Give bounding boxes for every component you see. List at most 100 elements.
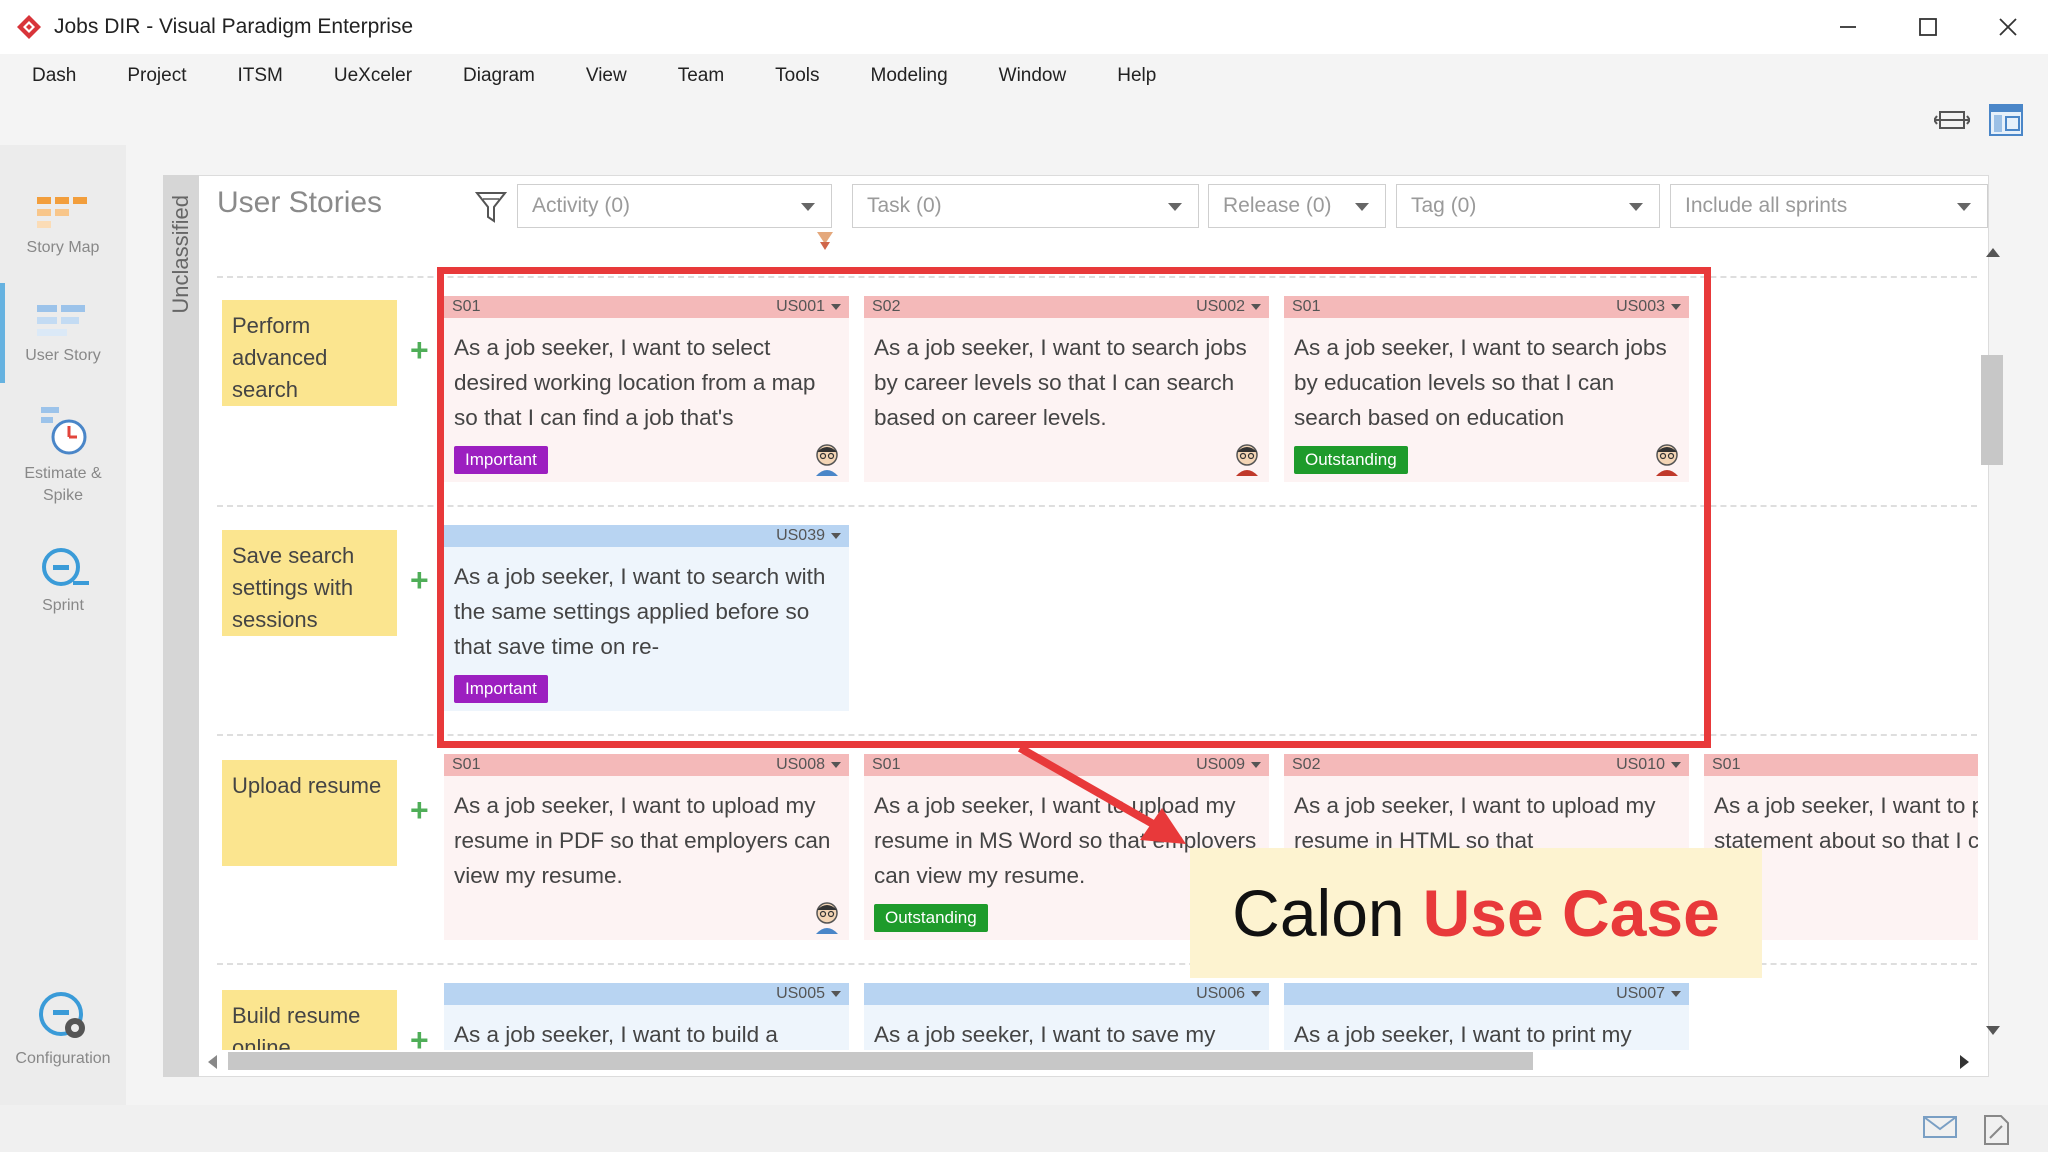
chevron-down-icon [1251, 762, 1261, 768]
chevron-down-icon [831, 762, 841, 768]
card-code-menu[interactable]: US008 [776, 756, 841, 774]
card-code: US008 [776, 756, 825, 773]
unclassified-label: Unclassified [168, 195, 193, 314]
fit-width-button[interactable] [1934, 102, 1970, 138]
card-sprint: S01 [872, 756, 901, 773]
menu-project[interactable]: Project [127, 65, 186, 87]
scroll-left-arrow-icon[interactable] [208, 1055, 217, 1069]
card-header: S01 US008 [444, 754, 849, 776]
menu-window[interactable]: Window [999, 65, 1067, 87]
chevron-down-icon [1671, 991, 1681, 997]
add-story-button[interactable]: + [410, 792, 429, 829]
card-code: US009 [1196, 756, 1245, 773]
menu-diagram[interactable]: Diagram [463, 65, 535, 87]
add-story-button[interactable]: + [410, 562, 429, 599]
chevron-down-icon [1629, 203, 1643, 211]
scroll-down-arrow-icon[interactable] [1986, 1026, 2000, 1035]
nav-estimate-line1: Estimate & [24, 465, 102, 482]
chevron-down-icon [1671, 762, 1681, 768]
card-code-menu[interactable]: US005 [776, 985, 841, 1003]
epic-build-resume-online[interactable]: Build resume online [222, 990, 397, 1050]
minimize-icon [1840, 26, 1856, 28]
card-sprint: S02 [1292, 756, 1321, 773]
card-header: S02 US010 [1284, 754, 1689, 776]
add-story-button[interactable]: + [410, 332, 429, 369]
menu-team[interactable]: Team [678, 65, 724, 87]
unclassified-column[interactable]: Unclassified [163, 175, 199, 1077]
card-code-menu[interactable]: US010 [1616, 756, 1681, 774]
release-filter-value: Release (0) [1223, 194, 1332, 217]
story-card-us006[interactable]: US006 As a job seeker, I want to save my [864, 983, 1269, 1050]
status-bar [0, 1105, 2048, 1152]
user-story-icon [37, 305, 85, 336]
card-code-menu[interactable]: US007 [1616, 985, 1681, 1003]
close-button[interactable] [1968, 0, 2048, 54]
visual-paradigm-logo-icon [17, 15, 41, 39]
card-code-menu[interactable]: US006 [1196, 985, 1261, 1003]
nav-configuration-label: Configuration [15, 1050, 111, 1067]
callout-prefix: Calon [1232, 876, 1405, 950]
menu-view[interactable]: View [586, 65, 627, 87]
panel-title: User Stories [217, 186, 383, 219]
story-card-us007[interactable]: US007 As a job seeker, I want to print m… [1284, 983, 1689, 1050]
chevron-down-icon [1251, 991, 1261, 997]
card-text: As a job seeker, I want to build a [454, 1022, 778, 1047]
card-sprint: S01 [1712, 756, 1741, 773]
task-filter-dropdown[interactable]: Task (0) [852, 184, 1199, 228]
close-icon [1999, 18, 2017, 36]
sprint-filter-dropdown[interactable]: Include all sprints [1670, 184, 1988, 228]
release-filter-dropdown[interactable]: Release (0) [1208, 184, 1386, 228]
scroll-right-arrow-icon[interactable] [1960, 1055, 1969, 1069]
title-bar: Jobs DIR - Visual Paradigm Enterprise [0, 0, 2048, 54]
menu-help[interactable]: Help [1117, 65, 1156, 87]
epic-upload-resume[interactable]: Upload resume [222, 760, 397, 866]
epic-save-search-settings[interactable]: Save search settings with sessions [222, 530, 397, 636]
card-text: As a job seeker, I want to upload my res… [454, 793, 831, 888]
nav-sprint[interactable]: Sprint [0, 545, 126, 617]
tag-outstanding: Outstanding [874, 904, 988, 932]
layout-panel-icon [1989, 104, 2023, 136]
mail-icon[interactable] [1923, 1114, 1957, 1140]
tag-filter-dropdown[interactable]: Tag (0) [1396, 184, 1660, 228]
edit-document-icon[interactable] [1982, 1114, 2012, 1146]
avatar [817, 232, 833, 250]
story-card-us008[interactable]: S01 US008 As a job seeker, I want to upl… [444, 754, 849, 940]
task-filter-value: Task (0) [867, 194, 942, 217]
activity-filter-dropdown[interactable]: Activity (0) [517, 184, 832, 228]
card-sprint: S01 [452, 756, 481, 773]
fit-width-icon [1934, 111, 1970, 129]
filter-icon[interactable] [475, 190, 507, 224]
window-title: Jobs DIR - Visual Paradigm Enterprise [54, 15, 414, 38]
activity-filter-value: Activity (0) [532, 194, 631, 217]
menu-bar: Dash Project ITSM UeXceler Diagram View … [0, 54, 2048, 98]
chevron-down-icon [831, 991, 841, 997]
nav-story-map[interactable]: Story Map [0, 195, 126, 259]
menu-dash[interactable]: Dash [32, 65, 76, 87]
nav-configuration[interactable]: Configuration [0, 990, 126, 1070]
maximize-icon [1919, 18, 1937, 36]
vertical-scroll-thumb[interactable] [1981, 355, 2003, 465]
scroll-up-arrow-icon[interactable] [1986, 248, 2000, 257]
epic-perform-advanced-search[interactable]: Perform advanced search [222, 300, 397, 406]
chevron-down-icon [1355, 203, 1369, 211]
menu-modeling[interactable]: Modeling [871, 65, 948, 87]
menu-itsm[interactable]: ITSM [238, 65, 283, 87]
menu-uexceler[interactable]: UeXceler [334, 65, 412, 87]
card-header: S01 [1704, 754, 1978, 776]
card-code-menu[interactable]: US009 [1196, 756, 1261, 774]
chevron-down-icon [801, 203, 815, 211]
nav-user-story[interactable]: User Story [0, 303, 126, 367]
maximize-button[interactable] [1888, 0, 1968, 54]
user-avatar-icon [816, 902, 838, 934]
sprint-filter-value: Include all sprints [1685, 194, 1848, 217]
layout-panel-button[interactable] [1988, 102, 2024, 138]
chevron-down-icon [1957, 203, 1971, 211]
nav-estimate-spike[interactable]: Estimate & Spike [0, 405, 126, 507]
menu-tools[interactable]: Tools [775, 65, 819, 87]
nav-estimate-label: Estimate & Spike [24, 463, 101, 507]
story-card-us005[interactable]: US005 As a job seeker, I want to build a [444, 983, 849, 1050]
sprint-icon [42, 548, 89, 586]
horizontal-scroll-thumb[interactable] [228, 1052, 1533, 1070]
nav-user-story-label: User Story [25, 347, 101, 364]
minimize-button[interactable] [1808, 0, 1888, 54]
